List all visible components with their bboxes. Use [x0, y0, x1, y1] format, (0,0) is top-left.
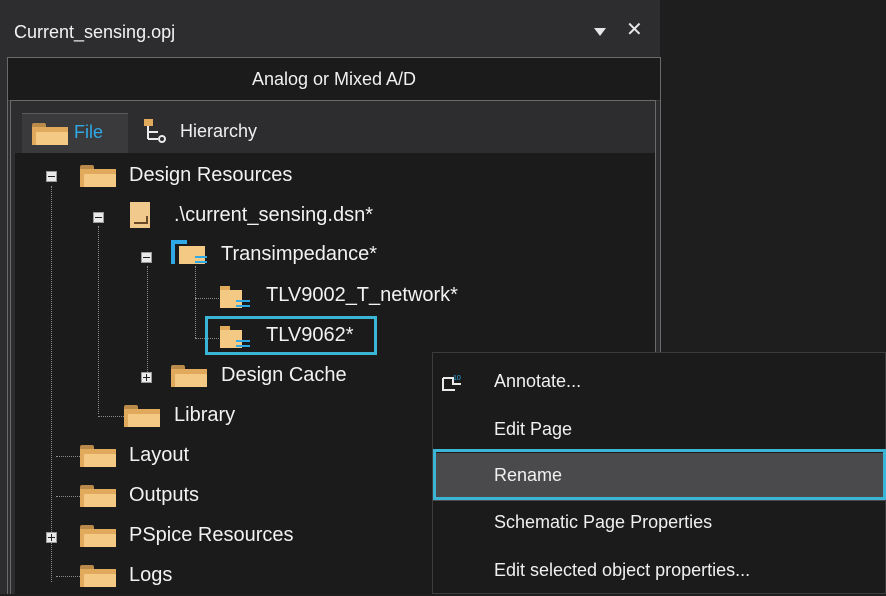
tree-line [195, 298, 219, 299]
expand-toggle[interactable] [46, 532, 57, 543]
tree-item-design-resources[interactable]: Design Resources [129, 164, 292, 187]
tree-item-page[interactable]: TLV9002_T_network* [266, 284, 458, 307]
menu-item-schematic-page-properties[interactable]: Schematic Page Properties [433, 500, 885, 548]
folder-icon [80, 565, 116, 587]
tree-item-outputs[interactable]: Outputs [129, 484, 199, 507]
folder-icon [80, 525, 116, 547]
tree-line [98, 416, 124, 417]
tree-line [147, 266, 148, 376]
menu-item-label: Edit Page [494, 419, 573, 439]
pin-dropdown-icon[interactable] [594, 28, 606, 36]
design-file-icon [130, 202, 150, 228]
expand-toggle[interactable] [141, 372, 152, 383]
tree-item-logs[interactable]: Logs [129, 564, 172, 587]
folder-icon [32, 123, 68, 145]
folder-icon [80, 165, 116, 187]
tree-line [195, 266, 196, 338]
panel-titlebar: Current_sensing.opj ✕ [0, 0, 660, 57]
selection-highlight [205, 316, 377, 355]
tree-line [56, 456, 80, 457]
schematic-folder-icon [171, 240, 207, 264]
tree-item-layout[interactable]: Layout [129, 444, 189, 467]
rename-highlight [433, 449, 886, 500]
menu-item-edit-page[interactable]: Edit Page [433, 407, 885, 455]
tree-line [56, 576, 80, 577]
close-icon[interactable]: ✕ [626, 17, 643, 42]
tree-line [56, 496, 80, 497]
hierarchy-icon [144, 119, 166, 143]
tab-file-label: File [74, 122, 104, 142]
menu-item-label: Annotate... [494, 371, 582, 391]
tab-file[interactable]: File [22, 113, 128, 154]
menu-item-annotate[interactable]: 10 Annotate... [433, 359, 885, 407]
tree-item-dsn-file[interactable]: .\current_sensing.dsn* [174, 204, 373, 227]
schematic-page-icon [220, 284, 250, 308]
menu-item-label: Edit selected object properties... [494, 560, 751, 580]
folder-icon [80, 485, 116, 507]
tab-hierarchy-label: Hierarchy [180, 121, 258, 141]
collapse-toggle[interactable] [141, 252, 152, 263]
project-type-header: Analog or Mixed A/D [8, 58, 660, 101]
tree-line [51, 186, 52, 582]
folder-icon [171, 365, 207, 387]
tree-line [98, 226, 99, 414]
menu-item-label: Schematic Page Properties [494, 512, 713, 532]
svg-text:10: 10 [453, 375, 461, 382]
menu-item-edit-object-properties[interactable]: Edit selected object properties... [433, 548, 885, 596]
annotate-icon: 10 [442, 375, 461, 391]
collapse-toggle[interactable] [46, 171, 57, 182]
folder-icon [124, 405, 160, 427]
collapse-toggle[interactable] [93, 212, 104, 223]
tree-item-design-cache[interactable]: Design Cache [221, 364, 347, 387]
tree-item-schematic[interactable]: Transimpedance* [221, 243, 377, 266]
tree-item-library[interactable]: Library [174, 404, 235, 427]
panel-title: Current_sensing.opj [14, 22, 176, 42]
folder-icon [80, 445, 116, 467]
tree-item-pspice-resources[interactable]: PSpice Resources [129, 524, 294, 547]
